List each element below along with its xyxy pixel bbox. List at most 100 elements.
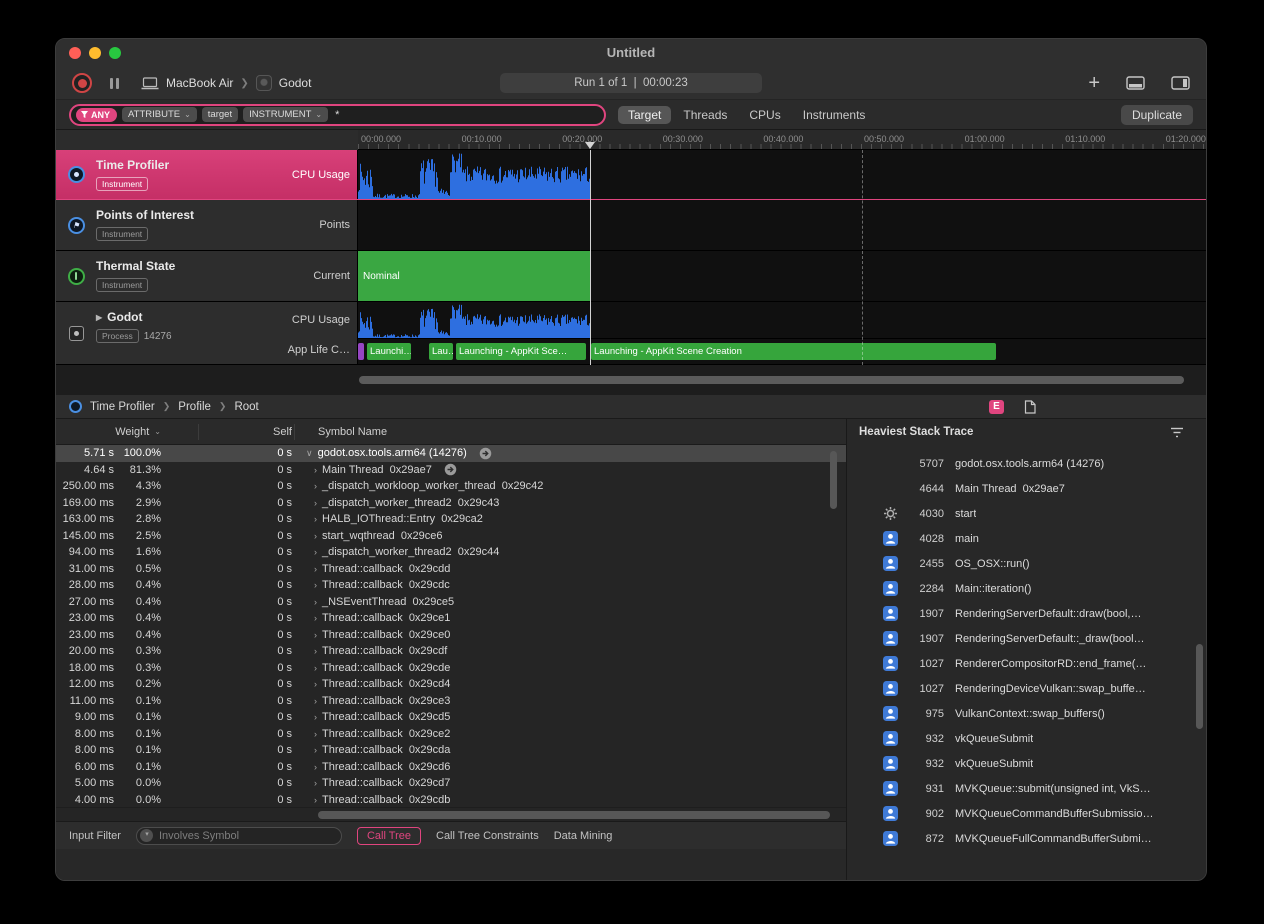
bottom-pane-toggle-button[interactable] — [1126, 76, 1145, 90]
track-row-points-of-interest[interactable]: ⚑ Points of Interest Instrument Points — [56, 200, 1206, 251]
stack-frame-row[interactable]: 4030start — [847, 501, 1206, 526]
disclosure-icon[interactable]: › — [314, 646, 317, 656]
disclosure-icon[interactable]: › — [314, 679, 317, 689]
disclosure-icon[interactable]: › — [314, 481, 317, 491]
thermal-nominal-bar[interactable]: Nominal — [358, 251, 590, 301]
track-head-time-profiler[interactable]: Time Profiler Instrument CPU Usage — [56, 150, 358, 199]
table-vertical-scrollbar-thumb[interactable] — [830, 451, 837, 509]
column-header-weight[interactable]: Weight⌄ — [56, 426, 161, 438]
stack-frame-row[interactable]: 932vkQueueSubmit — [847, 751, 1206, 776]
disclosure-icon[interactable]: › — [314, 630, 317, 640]
table-horizontal-scrollbar[interactable] — [56, 807, 846, 821]
disclosure-icon[interactable]: › — [314, 498, 317, 508]
stack-frame-row[interactable]: 5707godot.osx.tools.arm64 (14276) — [847, 451, 1206, 476]
call-tree-row[interactable]: 23.00 ms0.4%0 s›Thread::callback 0x29ce0 — [56, 627, 846, 644]
stack-frame-row[interactable]: 975VulkanContext::swap_buffers() — [847, 701, 1206, 726]
disclosure-icon[interactable]: › — [314, 465, 317, 475]
breadcrumb-item[interactable]: Root — [234, 401, 258, 413]
lifecycle-segment[interactable]: Launching - AppKit Sce… — [456, 343, 586, 360]
disclosure-icon[interactable]: › — [314, 531, 317, 541]
call-tree-row[interactable]: 6.00 ms0.1%0 s›Thread::callback 0x29cd6 — [56, 759, 846, 776]
lifecycle-segment[interactable]: Launchi… — [367, 343, 411, 360]
track-head-godot[interactable]: ▶ Godot Process14276 CPU Usage App Life … — [56, 302, 358, 364]
track-head-points-of-interest[interactable]: ⚑ Points of Interest Instrument Points — [56, 200, 358, 250]
column-header-symbol[interactable]: Symbol Name — [295, 426, 387, 438]
call-tree-row[interactable]: 9.00 ms0.1%0 s›Thread::callback 0x29cd5 — [56, 709, 846, 726]
playhead-handle[interactable] — [585, 142, 595, 149]
timeline-scrollbar[interactable] — [56, 365, 1206, 395]
call-tree-row[interactable]: 12.00 ms0.2%0 s›Thread::callback 0x29cd4 — [56, 676, 846, 693]
stack-frame-row[interactable]: 872MVKQueueFullCommandBufferSubmi… — [847, 826, 1206, 851]
call-tree-row[interactable]: 163.00 ms2.8%0 s›HALB_IOThread::Entry 0x… — [56, 511, 846, 528]
stack-frame-row[interactable]: 1027RendererCompositorRD::end_frame(… — [847, 651, 1206, 676]
track-row-godot[interactable]: ▶ Godot Process14276 CPU Usage App Life … — [56, 302, 1206, 365]
any-filter-pill[interactable]: ANY — [76, 108, 117, 122]
data-mining-button[interactable]: Data Mining — [554, 830, 613, 842]
breadcrumb-item[interactable]: Profile — [178, 401, 211, 413]
call-tree-row[interactable]: 23.00 ms0.4%0 s›Thread::callback 0x29ce1 — [56, 610, 846, 627]
stack-frame-row[interactable]: 1907RenderingServerDefault::draw(bool,… — [847, 601, 1206, 626]
disclosure-icon[interactable]: ∨ — [306, 448, 313, 459]
playhead-line[interactable] — [590, 150, 591, 365]
disclosure-icon[interactable]: › — [314, 613, 317, 623]
call-tree-row[interactable]: 27.00 ms0.4%0 s›_NSEventThread 0x29ce5 — [56, 594, 846, 611]
call-tree-row[interactable]: 5.71 s100.0%0 s∨godot.osx.tools.arm64 (1… — [56, 445, 846, 462]
add-instrument-button[interactable]: + — [1088, 75, 1100, 91]
stack-frame-row[interactable]: 932vkQueueSubmit — [847, 726, 1206, 751]
disclosure-icon[interactable]: › — [314, 745, 317, 755]
record-button[interactable] — [72, 73, 92, 93]
timeline-scrollbar-thumb[interactable] — [359, 376, 1184, 384]
call-tree-row[interactable]: 5.00 ms0.0%0 s›Thread::callback 0x29cd7 — [56, 775, 846, 792]
track-lane-time-profiler[interactable] — [358, 150, 1206, 199]
filter-token[interactable]: INSTRUMENT⌄ — [243, 107, 328, 122]
disclosure-icon[interactable]: › — [314, 547, 317, 557]
disclosure-icon[interactable]: › — [314, 514, 317, 524]
stack-frame-row[interactable]: 2284Main::iteration() — [847, 576, 1206, 601]
track-lane-godot[interactable]: Launchi… Lau…Launching - AppKit Sce… Launc… — [358, 302, 1206, 364]
call-tree-row[interactable]: 18.00 ms0.3%0 s›Thread::callback 0x29cde — [56, 660, 846, 677]
stack-frame-row[interactable]: 902MVKQueueCommandBufferSubmissio… — [847, 801, 1206, 826]
view-tab-target[interactable]: Target — [618, 106, 671, 124]
disclosure-icon[interactable]: › — [314, 663, 317, 673]
disclosure-icon[interactable]: › — [314, 729, 317, 739]
stack-compress-icon[interactable] — [1170, 426, 1184, 444]
track-row-time-profiler[interactable]: Time Profiler Instrument CPU Usage — [56, 150, 1206, 200]
symbol-filter-input[interactable]: ▾ Involves Symbol — [136, 827, 342, 845]
disclosure-icon[interactable]: › — [314, 712, 317, 722]
call-tree-row[interactable]: 94.00 ms1.6%0 s›_dispatch_worker_thread2… — [56, 544, 846, 561]
extended-detail-toggle[interactable]: E — [989, 400, 1004, 414]
focus-icon[interactable] — [444, 463, 457, 476]
track-lane-thermal-state[interactable]: Nominal — [358, 251, 1206, 301]
close-button[interactable] — [69, 47, 81, 59]
table-horizontal-scrollbar-thumb[interactable] — [318, 811, 830, 819]
focus-icon[interactable] — [479, 447, 492, 460]
lifecycle-segment[interactable]: Launching - AppKit Scene Creation — [591, 343, 996, 360]
stack-frame-row[interactable]: 931MVKQueue::submit(unsigned int, VkS… — [847, 776, 1206, 801]
zoom-button[interactable] — [109, 47, 121, 59]
call-tree-row[interactable]: 8.00 ms0.1%0 s›Thread::callback 0x29cda — [56, 742, 846, 759]
disclosure-icon[interactable]: › — [314, 696, 317, 706]
document-icon[interactable] — [1024, 400, 1036, 414]
lifecycle-segment[interactable]: Lau… — [429, 343, 453, 360]
call-tree-row[interactable]: 145.00 ms2.5%0 s›start_wqthread 0x29ce6 — [56, 528, 846, 545]
track-head-thermal-state[interactable]: Thermal State Instrument Current — [56, 251, 358, 301]
stack-frame-row[interactable]: 4644Main Thread 0x29ae7 — [847, 476, 1206, 501]
minimize-button[interactable] — [89, 47, 101, 59]
view-tab-threads[interactable]: Threads — [673, 106, 737, 124]
disclosure-icon[interactable]: › — [314, 795, 317, 805]
filter-free-text[interactable]: * — [335, 109, 339, 121]
filter-token[interactable]: target — [202, 107, 238, 122]
filter-history-icon[interactable]: ▾ — [140, 829, 153, 842]
stack-frame-row[interactable]: 1907RenderingServerDefault::_draw(bool… — [847, 626, 1206, 651]
disclosure-icon[interactable]: › — [314, 762, 317, 772]
call-tree-row[interactable]: 4.64 s81.3%0 s›Main Thread 0x29ae7 — [56, 462, 846, 479]
disclosure-icon[interactable]: › — [314, 778, 317, 788]
track-lane-points-of-interest[interactable] — [358, 200, 1206, 250]
call-tree-row[interactable]: 31.00 ms0.5%0 s›Thread::callback 0x29cdd — [56, 561, 846, 578]
call-tree-row[interactable]: 169.00 ms2.9%0 s›_dispatch_worker_thread… — [56, 495, 846, 512]
stack-frame-row[interactable]: 2455OS_OSX::run() — [847, 551, 1206, 576]
breadcrumb-item[interactable]: Time Profiler — [90, 401, 155, 413]
disclosure-triangle-icon[interactable]: ▶ — [96, 313, 102, 322]
track-row-thermal-state[interactable]: Thermal State Instrument Current Nominal — [56, 251, 1206, 302]
filter-token[interactable]: ATTRIBUTE⌄ — [122, 107, 197, 122]
